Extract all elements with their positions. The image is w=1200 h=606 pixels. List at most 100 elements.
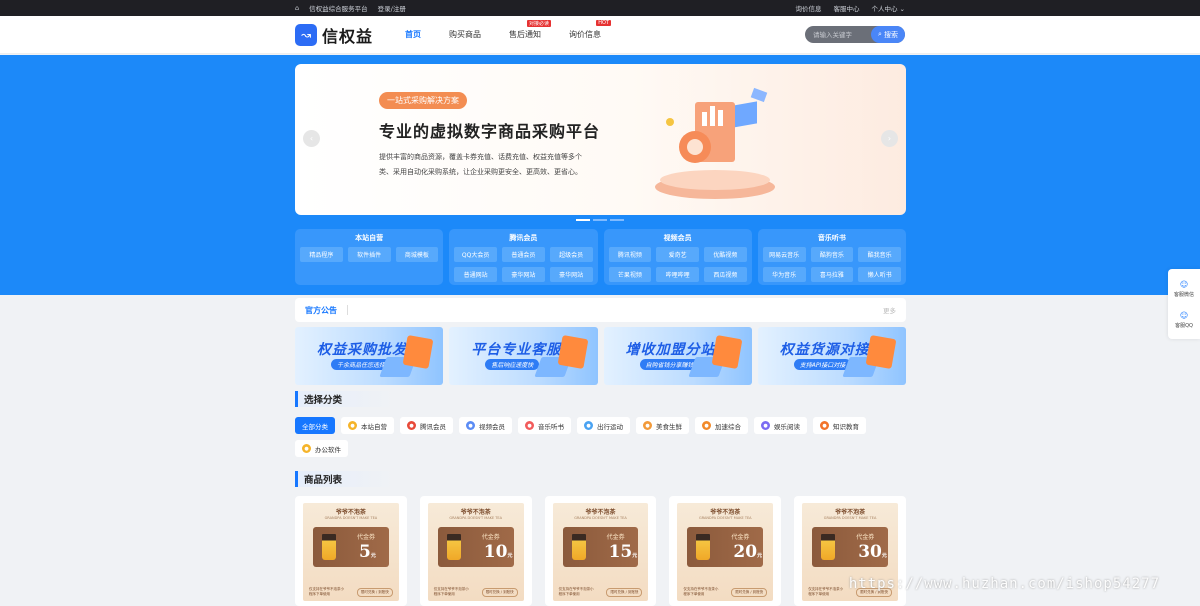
search-icon: ⌕ <box>878 30 882 39</box>
category-panels: 本站自营 精品程序 软件插件 商城模板 腾讯会员 QQ大会员 普通会员 超级会员… <box>295 229 906 285</box>
category-link[interactable]: QQ大会员 <box>454 247 497 262</box>
filter-chip[interactable]: ●娱乐阅读 <box>754 417 807 434</box>
category-icon: ● <box>702 421 711 430</box>
promo-card[interactable]: 增收加盟分站自购省钱分享赚钱 <box>604 327 752 385</box>
category-panel: 音乐听书 网易云音乐 酷狗音乐 酷我音乐 华为音乐 喜马拉雅 懒人听书 <box>758 229 906 285</box>
category-link[interactable]: 豪华网站 <box>502 267 545 282</box>
category-link[interactable]: 爱奇艺 <box>656 247 699 262</box>
category-icon: ● <box>643 421 652 430</box>
carousel-dot[interactable] <box>576 219 590 221</box>
tea-cup-icon <box>821 534 835 560</box>
customer-qq-button[interactable]: ☺客服QQ <box>1175 311 1193 329</box>
category-link[interactable]: 酷狗音乐 <box>811 247 854 262</box>
nav-buy[interactable]: 购买商品 <box>449 29 481 40</box>
category-panel: 本站自营 精品程序 软件插件 商城模板 <box>295 229 443 285</box>
search-button[interactable]: ⌕搜索 <box>871 26 905 43</box>
user-center-link[interactable]: 个人中心 ⌄ <box>871 3 905 13</box>
section-title-products: 商品列表 <box>295 471 395 487</box>
promo-cards: 权益采购批发千余商品任您选择 平台专业客服售后响应速度快 增收加盟分站自购省钱分… <box>295 327 906 385</box>
nav-badge: 对接必读 <box>527 20 551 27</box>
search-input[interactable] <box>805 31 869 39</box>
category-link[interactable]: 网易云音乐 <box>763 247 806 262</box>
category-link[interactable]: 哔哩哔哩 <box>656 267 699 282</box>
nav-inquiry[interactable]: 询价信息HOT <box>569 29 601 40</box>
category-panel: 视频会员 腾讯视频 爱奇艺 优酷视频 芒果视频 哔哩哔哩 西瓜视频 <box>604 229 752 285</box>
category-icon: ● <box>348 421 357 430</box>
service-link[interactable]: 客服中心 <box>833 3 859 13</box>
category-filters: 全部分类 ●本站自营 ●腾讯会员 ●视频会员 ●音乐听书 ●出行运动 ●美食生鲜… <box>295 417 906 457</box>
filter-chip[interactable]: ●音乐听书 <box>518 417 571 434</box>
category-link[interactable]: 优酷视频 <box>704 247 747 262</box>
filter-all[interactable]: 全部分类 <box>295 417 335 434</box>
filter-chip[interactable]: ●腾讯会员 <box>400 417 453 434</box>
banner-desc: 提供丰富的商品资源，覆盖卡券充值、话费充值、权益充值等多个类、采用自动化采购系统… <box>379 150 589 180</box>
product-card[interactable]: 爷爷不泡茶GRANDPA DOESN'T MAKE TEA 代金券20元 仅支持… <box>669 496 781 606</box>
tea-cup-icon <box>322 534 336 560</box>
main-nav: 首页 购买商品 售后通知对接必读 询价信息HOT <box>405 29 601 40</box>
category-link[interactable]: 懒人听书 <box>858 267 901 282</box>
category-link[interactable]: 软件插件 <box>348 247 391 262</box>
category-link[interactable]: 酷我音乐 <box>858 247 901 262</box>
notice-more-link[interactable]: 更多 <box>883 305 896 315</box>
carousel-dot[interactable] <box>610 219 624 221</box>
product-card[interactable]: 爷爷不泡茶GRANDPA DOESN'T MAKE TEA 代金券10元 仅支持… <box>420 496 532 606</box>
category-icon: ● <box>820 421 829 430</box>
notice-bar: 官方公告 更多 <box>295 298 906 322</box>
banner-prev-button[interactable]: ‹ <box>303 130 320 147</box>
filter-chip[interactable]: ●加速综合 <box>695 417 748 434</box>
header: ↝ 信权益 首页 购买商品 售后通知对接必读 询价信息HOT ⌕搜索 <box>0 16 1200 54</box>
category-link[interactable]: 喜马拉雅 <box>811 267 854 282</box>
product-card[interactable]: 爷爷不泡茶GRANDPA DOESN'T MAKE TEA 代金券15元 仅支持… <box>545 496 657 606</box>
logo-icon: ↝ <box>295 24 317 46</box>
filter-chip[interactable]: ●美食生鲜 <box>636 417 689 434</box>
category-link[interactable]: 华为音乐 <box>763 267 806 282</box>
filter-chip[interactable]: ●出行运动 <box>577 417 630 434</box>
category-link[interactable]: 超级会员 <box>550 247 593 262</box>
inquiry-link[interactable]: 询价信息 <box>795 3 821 13</box>
product-card[interactable]: 爷爷不泡茶GRANDPA DOESN'T MAKE TEA 代金券5元 仅支持在… <box>295 496 407 606</box>
category-icon: ● <box>466 421 475 430</box>
wechat-icon: ☺ <box>1180 280 1188 289</box>
category-link[interactable]: 商城模板 <box>396 247 439 262</box>
banner-illustration <box>640 82 790 202</box>
category-link[interactable]: 豪华网站 <box>550 267 593 282</box>
logo[interactable]: ↝ 信权益 <box>295 23 373 47</box>
promo-card[interactable]: 权益货源对接支持API接口对接 <box>758 327 906 385</box>
filter-chip[interactable]: ●视频会员 <box>459 417 512 434</box>
category-icon: ● <box>761 421 770 430</box>
filter-chip[interactable]: ●知识教育 <box>813 417 866 434</box>
promo-card[interactable]: 平台专业客服售后响应速度快 <box>449 327 597 385</box>
product-image: 爷爷不泡茶GRANDPA DOESN'T MAKE TEA 代金券5元 仅支持在… <box>303 503 399 601</box>
carousel-dots <box>576 219 624 221</box>
tea-cup-icon <box>696 534 710 560</box>
category-link[interactable]: 西瓜视频 <box>704 267 747 282</box>
filter-chip[interactable]: ●本站自营 <box>341 417 394 434</box>
nav-aftersale[interactable]: 售后通知对接必读 <box>509 29 541 40</box>
tea-cup-icon <box>572 534 586 560</box>
side-float-panel: ☺客服微信 ☺客服QQ <box>1168 269 1200 339</box>
category-icon: ● <box>525 421 534 430</box>
category-link[interactable]: 普通网站 <box>454 267 497 282</box>
hero-banner[interactable]: 一站式采购解决方案 专业的虚拟数字商品采购平台 提供丰富的商品资源，覆盖卡券充值… <box>295 64 906 215</box>
filter-chip[interactable]: ●办公软件 <box>295 440 348 457</box>
product-list: 爷爷不泡茶GRANDPA DOESN'T MAKE TEA 代金券5元 仅支持在… <box>295 496 906 606</box>
customer-wechat-button[interactable]: ☺客服微信 <box>1174 280 1194 298</box>
category-link[interactable]: 普通会员 <box>502 247 545 262</box>
tea-cup-icon <box>447 534 461 560</box>
category-link[interactable]: 腾讯视频 <box>609 247 652 262</box>
product-image: 爷爷不泡茶GRANDPA DOESN'T MAKE TEA 代金券10元 仅支持… <box>428 503 524 601</box>
category-icon: ● <box>407 421 416 430</box>
banner-tag: 一站式采购解决方案 <box>379 92 467 109</box>
carousel-dot[interactable] <box>593 219 607 221</box>
category-icon: ● <box>302 444 311 453</box>
promo-card[interactable]: 权益采购批发千余商品任您选择 <box>295 327 443 385</box>
nav-home[interactable]: 首页 <box>405 29 421 40</box>
home-icon[interactable]: ⌂ <box>295 4 299 12</box>
banner-title: 专业的虚拟数字商品采购平台 <box>379 118 600 142</box>
banner-next-button[interactable]: › <box>881 130 898 147</box>
qq-icon: ☺ <box>1180 311 1188 320</box>
category-link[interactable]: 精品程序 <box>300 247 343 262</box>
site-name[interactable]: 信权益综合服务平台 <box>309 3 368 13</box>
category-link[interactable]: 芒果视频 <box>609 267 652 282</box>
login-link[interactable]: 登录/注册 <box>378 3 406 13</box>
